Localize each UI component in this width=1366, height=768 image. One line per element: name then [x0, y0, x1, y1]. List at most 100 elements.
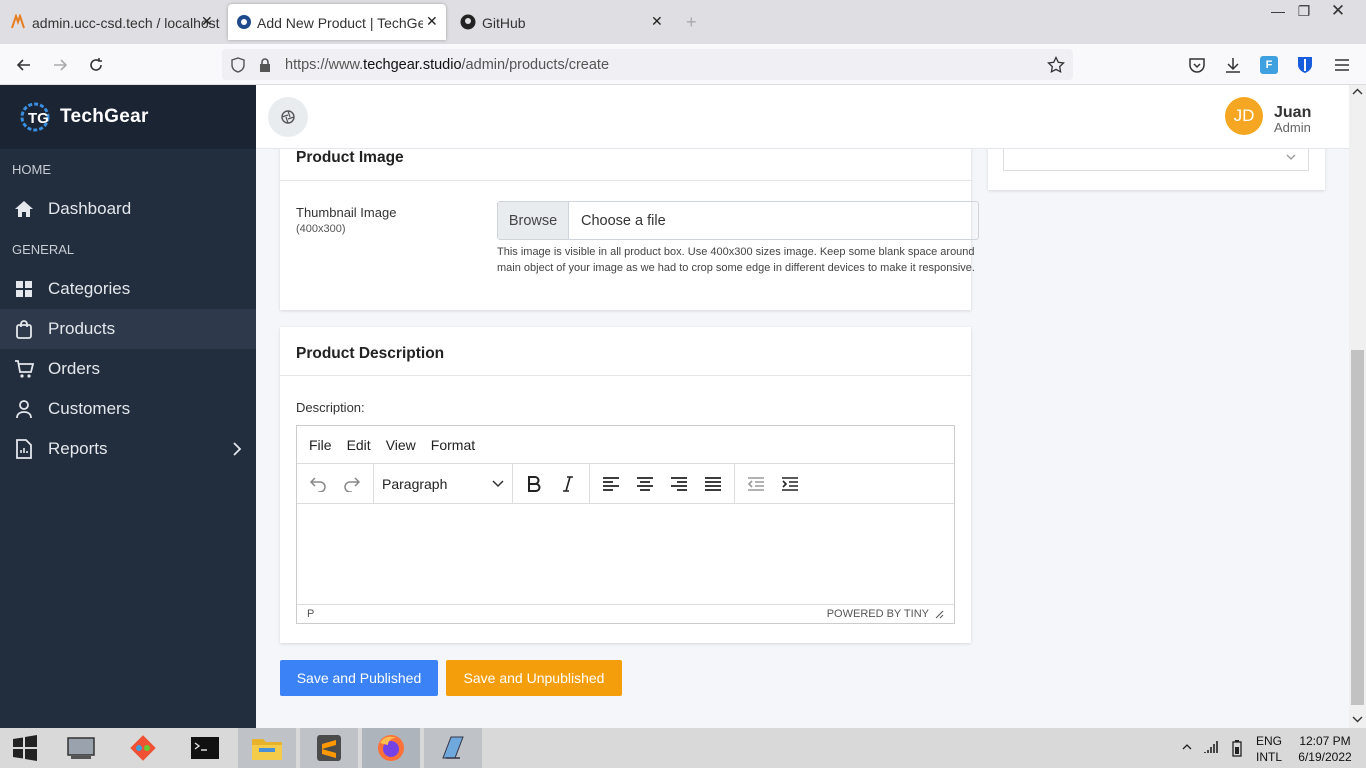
bitwarden-button[interactable] — [1292, 52, 1318, 78]
tab-admin-localhost[interactable]: admin.ucc-csd.tech / localhost ✕ — [0, 0, 225, 44]
url-host: techgear.studio — [363, 56, 462, 73]
close-window-button[interactable]: ✕ — [1318, 0, 1358, 22]
close-tab-icon[interactable]: ✕ — [651, 13, 663, 30]
section-home: HOME — [12, 161, 51, 177]
close-tab-icon[interactable]: ✕ — [426, 13, 438, 30]
chevron-right-icon — [233, 442, 242, 456]
menu-file[interactable]: File — [309, 437, 332, 453]
undo-button[interactable] — [301, 469, 335, 499]
monitor-icon — [67, 737, 95, 759]
forward-button[interactable] — [47, 52, 73, 78]
arrow-left-icon — [16, 59, 30, 71]
battery-icon[interactable] — [1232, 739, 1242, 757]
align-right-button[interactable] — [662, 469, 696, 499]
signal-icon[interactable] — [1203, 740, 1219, 754]
scroll-up-icon[interactable] — [1352, 88, 1363, 96]
editor-statusbar: P POWERED BY TINY — [297, 604, 954, 623]
main-content: Product Image Thumbnail Image (400x300) … — [256, 149, 1349, 728]
reload-button[interactable] — [83, 52, 109, 78]
align-right-icon — [671, 476, 687, 491]
browse-button[interactable]: Browse — [498, 202, 569, 239]
tab-github[interactable]: GitHub ✕ — [450, 0, 670, 44]
tab-add-new-product[interactable]: Add New Product | TechGear A ✕ — [228, 4, 446, 40]
taskbar-app-terminal[interactable] — [176, 728, 234, 768]
powered-by-tiny[interactable]: POWERED BY TINY — [827, 608, 929, 620]
svg-text:TG: TG — [28, 110, 49, 127]
tray-expand-icon[interactable] — [1182, 743, 1192, 751]
element-path[interactable]: P — [307, 608, 314, 620]
sidebar-item-label: Reports — [48, 439, 108, 458]
bold-button[interactable] — [517, 469, 551, 499]
home-icon — [14, 199, 34, 219]
format-select[interactable]: Paragraph — [374, 476, 512, 492]
menu-format[interactable]: Format — [431, 437, 475, 453]
file-placeholder: Choose a file — [581, 212, 666, 229]
editor-body[interactable] — [297, 504, 954, 604]
taskbar-app-notes[interactable] — [424, 728, 482, 768]
sidebar-item-dashboard[interactable]: Dashboard — [0, 189, 256, 229]
sublime-text-icon — [317, 735, 341, 761]
download-icon — [1226, 58, 1240, 73]
user-role: Admin — [1274, 120, 1311, 135]
select-field[interactable] — [1003, 149, 1309, 171]
hamburger-icon — [1335, 59, 1349, 71]
thumbnail-label: Thumbnail Image — [296, 205, 397, 220]
back-button[interactable] — [11, 52, 37, 78]
scroll-down-icon[interactable] — [1352, 715, 1363, 723]
clock-time: 12:07 PM — [1299, 734, 1351, 748]
page-scrollbar[interactable] — [1349, 85, 1366, 728]
sidebar-item-label: Customers — [48, 399, 131, 418]
italic-button[interactable] — [551, 469, 585, 499]
language-indicator[interactable]: ENG INTL — [1256, 733, 1282, 765]
sidebar-item-customers[interactable]: Customers — [0, 389, 256, 429]
sidebar-item-orders[interactable]: Orders — [0, 349, 256, 389]
start-button[interactable] — [0, 728, 50, 768]
menu-view[interactable]: View — [386, 437, 416, 453]
downloads-button[interactable] — [1220, 52, 1246, 78]
save-and-unpublished-button[interactable]: Save and Unpublished — [446, 660, 622, 696]
outdent-button[interactable] — [739, 469, 773, 499]
align-justify-icon — [705, 476, 721, 491]
firefox-icon — [378, 735, 404, 761]
taskbar-app-git[interactable] — [114, 728, 172, 768]
brand[interactable]: TG TechGear — [0, 85, 256, 149]
avatar[interactable]: JD — [1225, 97, 1263, 135]
sidebar-toggle-button[interactable] — [268, 97, 308, 137]
indent-button[interactable] — [773, 469, 807, 499]
pocket-button[interactable] — [1184, 52, 1210, 78]
taskbar-app-explorer[interactable] — [238, 728, 296, 768]
italic-icon — [563, 475, 573, 492]
taskbar-app-firefox[interactable] — [362, 728, 420, 768]
sidebar-item-reports[interactable]: Reports — [0, 429, 256, 469]
thumbnail-hint: This image is visible in all product box… — [497, 246, 975, 274]
thumbnail-size: (400x300) — [296, 223, 346, 235]
clock[interactable]: 12:07 PM 6/19/2022 — [1292, 733, 1358, 765]
sidebar-item-label: Dashboard — [48, 199, 132, 218]
thumbnail-file-input[interactable]: Browse Choose a file — [497, 201, 979, 240]
techgear-favicon-icon — [237, 15, 251, 29]
close-tab-icon[interactable]: ✕ — [201, 13, 213, 30]
justify-button[interactable] — [696, 469, 730, 499]
address-bar[interactable]: https://www. techgear.studio/admin/produc… — [222, 49, 1073, 80]
redo-button[interactable] — [335, 469, 369, 499]
save-and-published-button[interactable]: Save and Published — [280, 660, 438, 696]
extension-button[interactable]: F — [1256, 52, 1282, 78]
indent-icon — [782, 476, 798, 491]
scrollbar-thumb[interactable] — [1351, 350, 1364, 705]
cart-icon — [14, 359, 34, 379]
folder-icon — [252, 739, 282, 760]
menu-edit[interactable]: Edit — [347, 437, 371, 453]
align-center-button[interactable] — [628, 469, 662, 499]
taskbar-app-desktop[interactable] — [52, 728, 110, 768]
sidebar-item-categories[interactable]: Categories — [0, 269, 256, 309]
windows-logo-icon — [13, 735, 37, 761]
sidebar-item-products[interactable]: Products — [0, 309, 256, 349]
align-left-button[interactable] — [594, 469, 628, 499]
star-icon[interactable] — [1047, 55, 1065, 74]
browser-tab-bar: admin.ucc-csd.tech / localhost ✕ Add New… — [0, 0, 1366, 44]
resize-handle-icon[interactable] — [935, 610, 944, 619]
new-tab-button[interactable]: + — [686, 12, 697, 33]
menu-button[interactable] — [1329, 52, 1355, 78]
taskbar-app-sublime[interactable] — [300, 728, 358, 768]
browser-nav-bar: https://www. techgear.studio/admin/produc… — [0, 44, 1366, 85]
